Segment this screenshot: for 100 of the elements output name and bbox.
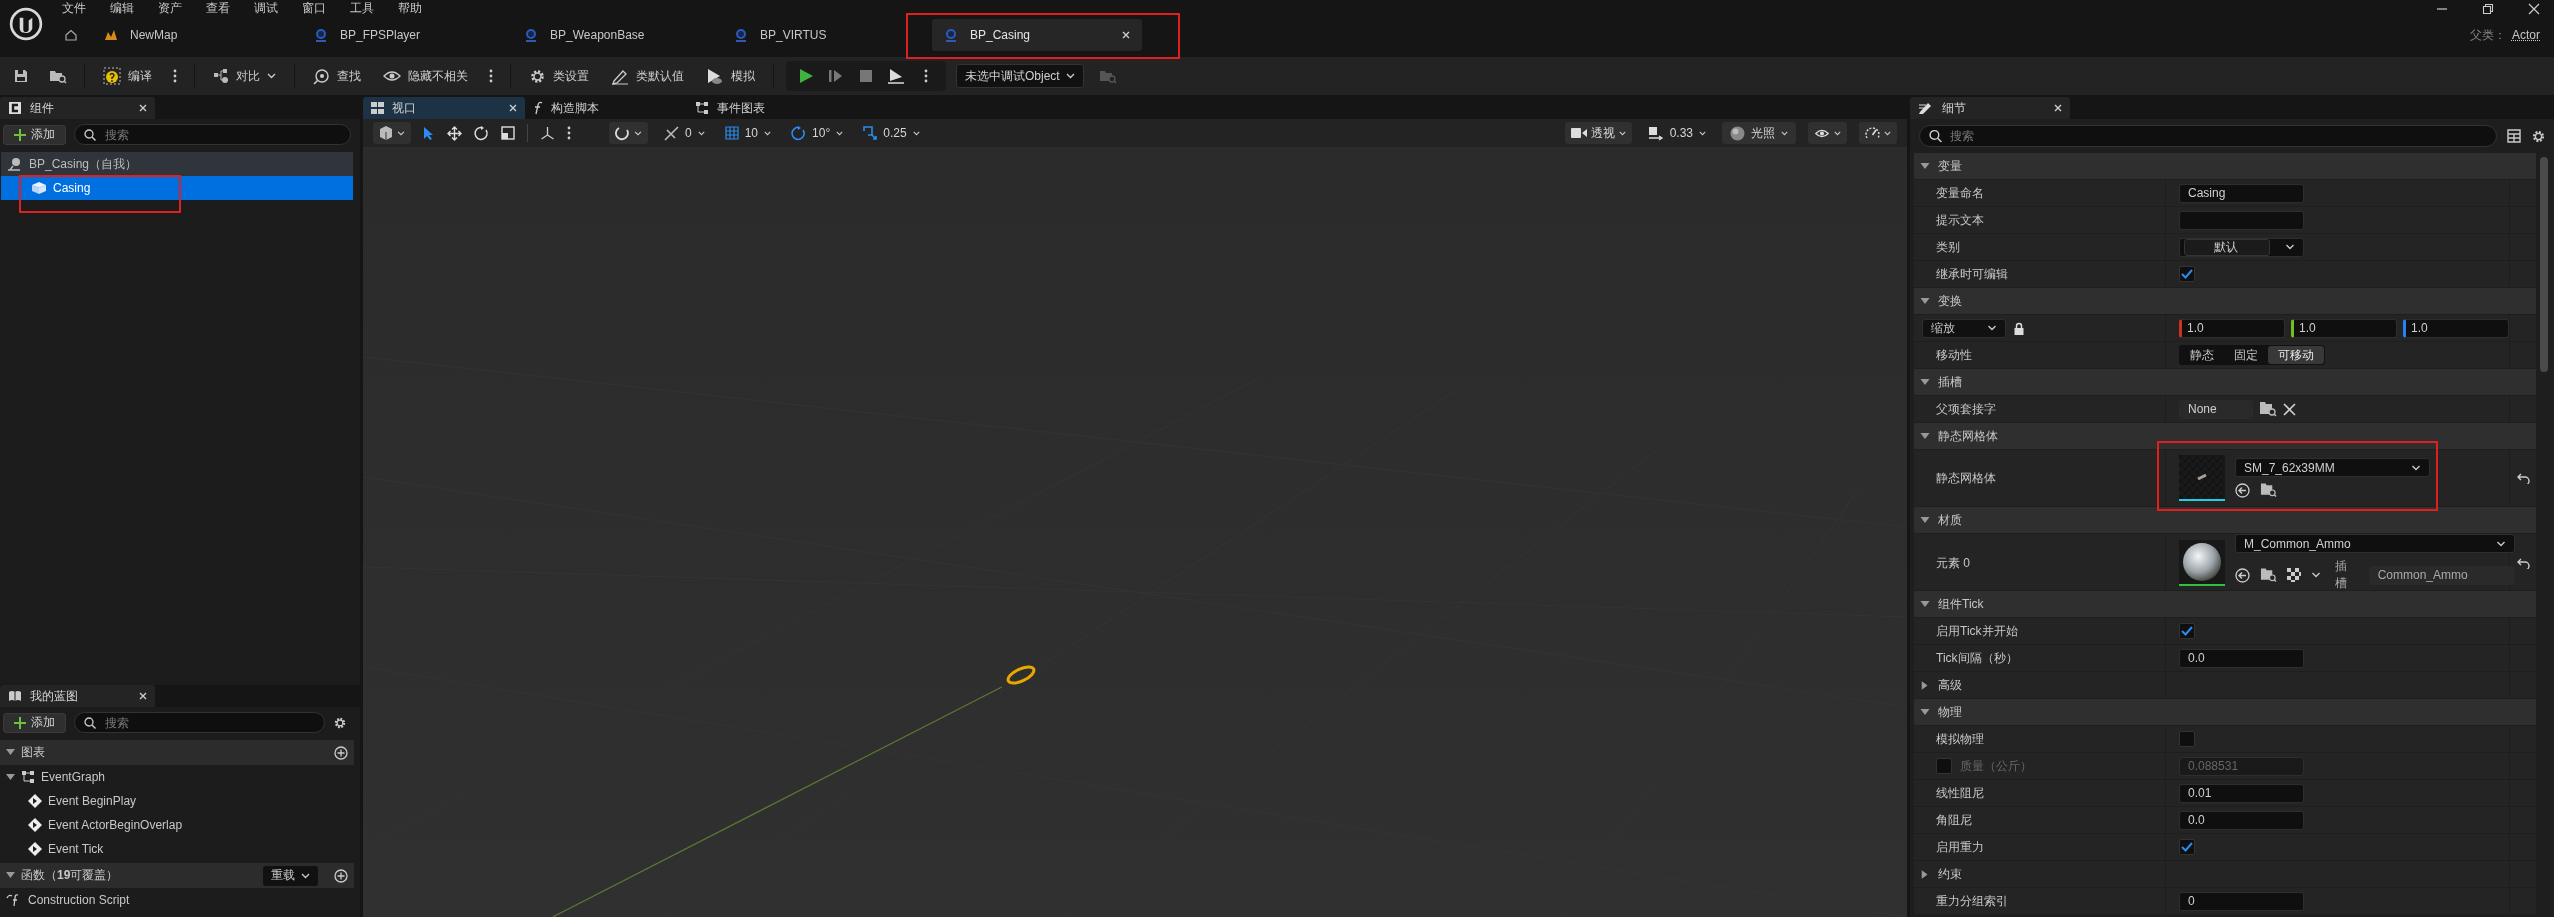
document-tab[interactable]: BP_FPSPlayer — [302, 19, 512, 51]
menu-item[interactable]: 调试 — [254, 0, 278, 17]
expand-arrow-icon[interactable] — [1921, 680, 1929, 690]
more-icon[interactable] — [567, 126, 571, 140]
menu-item[interactable]: 帮助 — [398, 0, 422, 17]
axis-icon[interactable] — [540, 126, 555, 140]
settings-icon[interactable] — [2531, 128, 2546, 144]
number-field[interactable]: 0 — [2179, 891, 2304, 911]
add-button[interactable]: 添加 — [3, 124, 66, 145]
parent-class-link[interactable]: Actor — [2512, 28, 2540, 42]
close-icon[interactable] — [139, 692, 147, 700]
number-field[interactable]: 0.01 — [2179, 783, 2304, 803]
material-thumbnail[interactable] — [2179, 540, 2225, 586]
number-field[interactable]: 0.0 — [2179, 810, 2304, 830]
class-defaults-button[interactable]: 类默认值 — [605, 62, 690, 90]
close-icon[interactable] — [509, 104, 517, 112]
lock-icon[interactable] — [2014, 321, 2024, 335]
category-header[interactable]: 变量 — [1914, 153, 2536, 180]
restore-icon[interactable] — [2482, 2, 2494, 15]
checker-icon[interactable] — [2287, 568, 2301, 582]
add-icon[interactable] — [334, 868, 348, 883]
menu-item[interactable]: 工具 — [350, 0, 374, 17]
close-icon[interactable] — [139, 104, 147, 112]
menu-item[interactable]: 编辑 — [110, 0, 134, 17]
use-selected-icon[interactable] — [2235, 567, 2250, 583]
category-dropdown[interactable]: 默认 — [2179, 237, 2304, 257]
camera-speed-dropdown[interactable]: 0.33 — [1643, 125, 1710, 141]
close-icon[interactable] — [2054, 104, 2062, 112]
folder-search-icon[interactable] — [2259, 401, 2277, 417]
rotation-snap-dropdown[interactable]: 10° — [787, 125, 848, 141]
select-arrow-icon[interactable] — [423, 125, 435, 141]
socket-field[interactable]: None — [2179, 399, 2253, 419]
document-tab[interactable]: NewMap — [92, 19, 302, 51]
use-selected-icon[interactable] — [2235, 482, 2250, 498]
rotate-icon[interactable] — [474, 125, 489, 141]
tree-item[interactable]: Casing — [1, 176, 353, 200]
close-icon[interactable] — [1122, 31, 1130, 39]
performance-dropdown[interactable] — [1859, 122, 1897, 144]
settings-icon[interactable] — [333, 715, 347, 730]
editor-tab[interactable]: 事件图表 — [687, 97, 849, 119]
vector-field[interactable]: 1.0 — [2291, 318, 2397, 338]
asset-picker[interactable]: SM_7_62x39MM — [2235, 458, 2430, 477]
checkbox[interactable] — [2179, 839, 2195, 855]
checkbox[interactable] — [2179, 266, 2195, 282]
coordinate-space-dropdown[interactable] — [609, 122, 648, 144]
surface-snap-dropdown[interactable]: 0 — [660, 125, 709, 141]
checkbox[interactable] — [2179, 731, 2195, 747]
compile-button[interactable]: 编译 — [97, 62, 158, 90]
category-header[interactable]: 插槽 — [1914, 369, 2536, 396]
close-icon[interactable] — [2528, 2, 2540, 15]
home-icon[interactable] — [64, 28, 78, 42]
graph-item[interactable]: EventGraph — [0, 765, 354, 789]
reset-icon[interactable] — [2516, 557, 2530, 569]
mobility-option[interactable]: 固定 — [2224, 346, 2268, 364]
category-header[interactable]: 静态网格体 — [1914, 423, 2536, 450]
panel-tab[interactable]: 组件 — [0, 97, 155, 119]
scale-snap-dropdown[interactable]: 0.25 — [859, 126, 924, 140]
lighting-dropdown[interactable]: 光照 — [1722, 122, 1796, 144]
reset-icon[interactable] — [2516, 472, 2530, 484]
panel-tab[interactable]: 细节 — [1910, 97, 2070, 119]
vector-field[interactable]: 1.0 — [2179, 318, 2285, 338]
class-settings-button[interactable]: 类设置 — [523, 62, 595, 90]
table-icon[interactable] — [2507, 129, 2521, 143]
text-field[interactable]: Casing — [2179, 183, 2304, 203]
search-field[interactable]: 搜索 — [74, 712, 325, 733]
show-dropdown[interactable] — [1808, 122, 1847, 144]
document-tab[interactable]: BP_WeaponBase — [512, 19, 722, 51]
number-field[interactable]: 0.0 — [2179, 648, 2304, 668]
search-field[interactable]: 搜索 — [74, 124, 351, 145]
menu-item[interactable]: 文件 — [62, 0, 86, 17]
select-mode-dropdown[interactable] — [373, 122, 411, 144]
scale-icon[interactable] — [501, 126, 515, 140]
diff-dropdown[interactable]: 对比 — [207, 62, 282, 90]
document-tab[interactable]: BP_VIRTUS — [722, 19, 932, 51]
search-field[interactable]: 搜索 — [1919, 125, 2497, 147]
checkbox[interactable] — [2179, 623, 2195, 639]
grid-snap-dropdown[interactable]: 10 — [720, 126, 776, 140]
slot-field[interactable]: Common_Ammo — [2368, 565, 2515, 585]
section-header[interactable]: 函数（19可覆盖） 重载 — [0, 863, 354, 888]
tree-item[interactable]: BP_Casing（自我） — [1, 152, 353, 176]
debug-object-dropdown[interactable]: 未选中调试Object — [956, 64, 1084, 88]
graph-item[interactable]: Construction Script — [0, 888, 354, 912]
mobility-option[interactable]: 静态 — [2180, 346, 2224, 364]
section-header[interactable]: 图表 — [0, 740, 354, 765]
category-header[interactable]: 物理 — [1914, 699, 2536, 726]
expand-arrow-icon[interactable] — [1921, 869, 1929, 879]
editor-tab[interactable]: 视口 — [363, 97, 525, 119]
add-button[interactable]: 添加 — [3, 712, 66, 733]
menu-item[interactable]: 资产 — [158, 0, 182, 17]
mesh-thumbnail[interactable] — [2179, 455, 2225, 501]
folder-search-icon[interactable] — [2260, 567, 2277, 583]
category-header[interactable]: 材质 — [1914, 507, 2536, 534]
menu-item[interactable]: 查看 — [206, 0, 230, 17]
transform-mode-dropdown[interactable]: 缩放 — [1922, 318, 2006, 338]
menu-item[interactable]: 窗口 — [302, 0, 326, 17]
caret-icon[interactable] — [2311, 572, 2321, 578]
panel-tab[interactable]: 我的蓝图 — [0, 685, 155, 707]
mobility-option[interactable]: 可移动 — [2268, 346, 2324, 364]
text-field[interactable] — [2179, 210, 2304, 230]
event-item[interactable]: Event Tick — [0, 837, 354, 861]
